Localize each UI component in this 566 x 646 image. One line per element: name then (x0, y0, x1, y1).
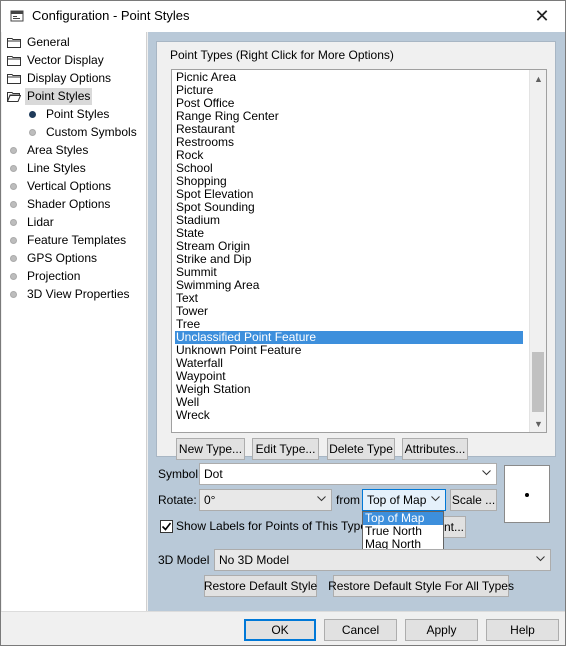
help-button[interactable]: Help (486, 619, 559, 641)
tree-item[interactable]: General (2, 34, 145, 51)
tree-item-label: Lidar (27, 215, 54, 229)
tree-item-label: Area Styles (27, 143, 89, 157)
tree-item[interactable]: Point Styles (2, 106, 145, 123)
tree-item-label: Shader Options (27, 197, 111, 211)
point-types-list[interactable]: ▲ ▼ Picnic Area Picture Post Office Range R… (171, 69, 547, 433)
tree-item[interactable]: Feature Templates (2, 232, 145, 249)
tree-item-label: Display Options (27, 71, 112, 85)
bullet-icon (10, 237, 17, 244)
tree-item-label: Vector Display (27, 53, 104, 67)
tree-item[interactable]: Lidar (2, 214, 145, 231)
title-bar: Configuration - Point Styles ✕ (1, 1, 565, 32)
tree-item-label: 3D View Properties (27, 287, 130, 301)
attributes-button[interactable]: Attributes... (402, 438, 468, 460)
show-labels-label: Show Labels for Points of This Type (176, 519, 367, 533)
rotate-select[interactable]: 0° (199, 489, 332, 511)
bullet-icon (10, 255, 17, 262)
tree-item[interactable]: Display Options (2, 70, 145, 87)
close-icon: ✕ (534, 6, 550, 26)
apply-button[interactable]: Apply (405, 619, 478, 641)
rotate-from-select[interactable]: Top of Map (362, 489, 446, 511)
new-type-button[interactable]: New Type... (176, 438, 245, 460)
bullet-icon (10, 201, 17, 208)
point-types-group: Point Types (Right Click for More Option… (156, 41, 556, 460)
dialog-button-bar: OK Cancel Apply Help (1, 611, 565, 645)
rotate-from-value: Top of Map (367, 493, 427, 507)
edit-type-button[interactable]: Edit Type... (252, 438, 319, 460)
restore-default-style-button[interactable]: Restore Default Style (204, 575, 317, 597)
3d-model-select[interactable]: No 3D Model (214, 549, 551, 571)
tree-item[interactable]: Line Styles (2, 160, 145, 177)
rotate-label: Rotate: (158, 493, 197, 507)
chevron-down-icon (482, 470, 491, 476)
tree-item-label: Line Styles (27, 161, 86, 175)
tree-item[interactable]: Custom Symbols (2, 124, 145, 141)
rotate-value: 0° (204, 493, 216, 507)
tree-item-label: General (27, 35, 70, 49)
folder-icon (7, 74, 21, 84)
3d-model-label: 3D Model (158, 553, 210, 567)
restore-all-styles-button[interactable]: Restore Default Style For All Types (328, 575, 514, 597)
tree-item-label: Vertical Options (27, 179, 112, 193)
show-labels-checkbox[interactable] (160, 520, 173, 533)
symbol-select[interactable]: Dot (199, 463, 497, 485)
bullet-icon (10, 165, 17, 172)
rotate-from-dropdown[interactable]: Top of Map True North Mag North (362, 511, 444, 552)
delete-type-button[interactable]: Delete Type (327, 438, 395, 460)
folder-open-icon (7, 92, 21, 102)
tree-item[interactable]: Projection (2, 268, 145, 285)
list-scrollbar[interactable]: ▲ ▼ (529, 70, 546, 432)
ok-button[interactable]: OK (244, 619, 316, 641)
scroll-up-icon[interactable]: ▲ (530, 70, 546, 87)
bullet-icon (10, 219, 17, 226)
chevron-down-icon (536, 556, 545, 562)
tree-item-label: Feature Templates (27, 233, 127, 247)
tree-item[interactable]: Vector Display (2, 52, 145, 69)
configuration-dialog: Configuration - Point Styles ✕ General Ve… (0, 0, 566, 646)
symbol-value: Dot (204, 467, 223, 481)
scale-button[interactable]: Scale ... (450, 489, 497, 511)
bullet-icon (29, 129, 36, 136)
tree-item-label: GPS Options (27, 251, 98, 265)
bullet-icon (29, 111, 36, 118)
folder-icon (7, 56, 21, 66)
chevron-down-icon (317, 496, 326, 502)
tree-item-label: Point Styles (25, 88, 93, 105)
from-label: from (336, 493, 360, 507)
tree-item[interactable]: Shader Options (2, 196, 145, 213)
tree-item-label: Projection (27, 269, 81, 283)
window-title: Configuration - Point Styles (32, 8, 190, 23)
folder-icon (7, 38, 21, 48)
scroll-thumb[interactable] (532, 352, 544, 412)
tree-item[interactable]: Vertical Options (2, 178, 145, 195)
tree-item-label: Custom Symbols (46, 125, 137, 139)
tree-item[interactable]: Point Styles (2, 88, 145, 105)
3d-model-value: No 3D Model (219, 553, 290, 567)
tree-item[interactable]: Area Styles (2, 142, 145, 159)
symbol-label: Symbol (158, 467, 199, 481)
bullet-icon (10, 147, 17, 154)
settings-tree[interactable]: General Vector Display Display Options Poin… (2, 32, 147, 611)
symbol-preview (504, 465, 550, 523)
chevron-down-icon (431, 496, 440, 502)
bullet-icon (10, 183, 17, 190)
bullet-icon (10, 273, 17, 280)
label-font-button[interactable]: nt... (444, 516, 466, 538)
point-types-legend: Point Types (Right Click for More Option… (170, 48, 394, 62)
dot-symbol-icon (525, 493, 529, 497)
tree-item-label: Point Styles (46, 107, 110, 121)
list-item[interactable]: Wreck (175, 409, 210, 422)
settings-panel: Point Types (Right Click for More Option… (148, 32, 565, 611)
settings-window-icon (10, 10, 24, 22)
cancel-button[interactable]: Cancel (324, 619, 397, 641)
checkmark-icon (161, 522, 172, 531)
close-button[interactable]: ✕ (519, 1, 565, 32)
scroll-down-icon[interactable]: ▼ (530, 415, 546, 432)
tree-item[interactable]: GPS Options (2, 250, 145, 267)
bullet-icon (10, 291, 17, 298)
tree-item[interactable]: 3D View Properties (2, 286, 145, 303)
